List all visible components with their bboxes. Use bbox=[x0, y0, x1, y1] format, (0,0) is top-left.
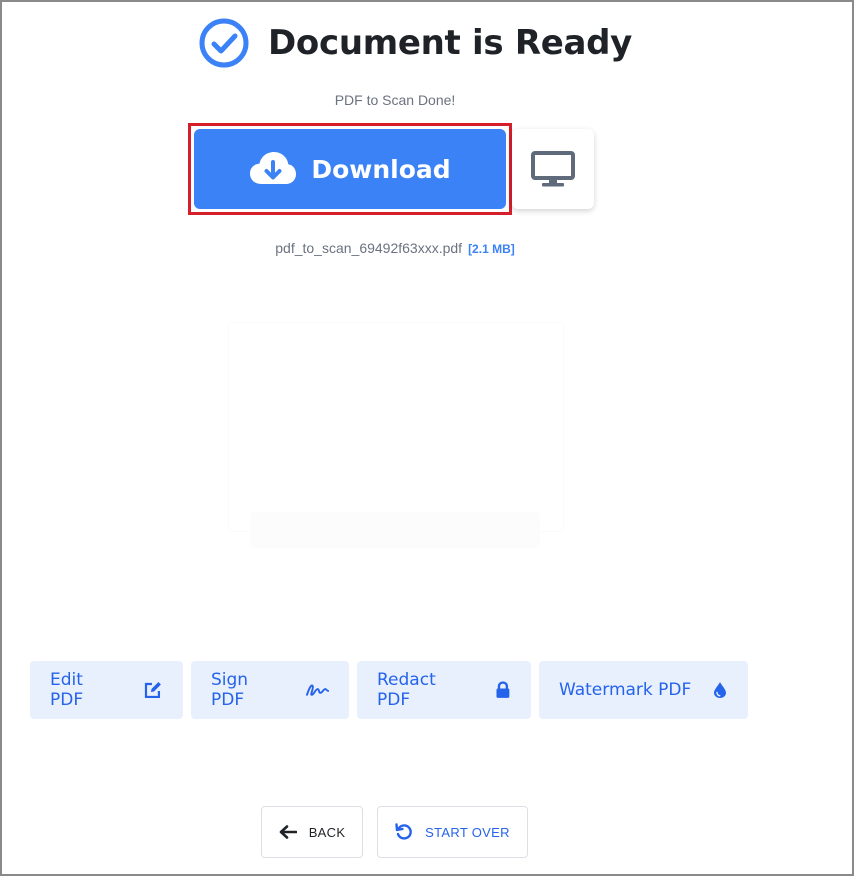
download-button[interactable]: Download bbox=[194, 129, 506, 209]
tools-row: Edit PDF Sign PDF Redact PDF Watermark P… bbox=[30, 661, 756, 719]
signature-icon bbox=[305, 684, 329, 696]
preview-bar bbox=[250, 512, 540, 548]
start-over-button[interactable]: START OVER bbox=[377, 806, 528, 858]
arrow-left-icon bbox=[279, 825, 297, 839]
back-label: BACK bbox=[308, 824, 346, 840]
redact-pdf-button[interactable]: Redact PDF bbox=[357, 661, 531, 719]
save-to-device-button[interactable] bbox=[512, 129, 594, 209]
status-text: PDF to Scan Done! bbox=[334, 92, 456, 108]
sign-pdf-button[interactable]: Sign PDF bbox=[191, 661, 349, 719]
preview-area bbox=[228, 322, 564, 532]
file-size: [2.1 MB] bbox=[468, 242, 515, 256]
page-title: Document is Ready bbox=[268, 23, 633, 63]
back-button[interactable]: BACK bbox=[261, 806, 363, 858]
rotate-icon bbox=[395, 823, 413, 840]
header: Document is Ready bbox=[198, 16, 632, 70]
lock-icon bbox=[496, 681, 510, 698]
file-info: pdf_to_scan_69492f63xxx.pdf [2.1 MB] bbox=[0, 240, 790, 256]
edit-icon bbox=[144, 682, 162, 699]
edit-pdf-button[interactable]: Edit PDF bbox=[30, 661, 183, 719]
cloud-download-icon bbox=[250, 152, 297, 184]
check-circle-icon bbox=[199, 18, 249, 68]
watermark-pdf-label: Watermark PDF bbox=[559, 680, 692, 700]
sign-pdf-label: Sign PDF bbox=[211, 670, 249, 710]
watermark-pdf-button[interactable]: Watermark PDF bbox=[539, 661, 748, 719]
monitor-icon bbox=[531, 151, 575, 187]
file-name: pdf_to_scan_69492f63xxx.pdf bbox=[275, 240, 463, 256]
download-label: Download bbox=[311, 154, 451, 184]
start-over-label: START OVER bbox=[425, 824, 510, 840]
edit-pdf-label: Edit PDF bbox=[50, 670, 84, 710]
redact-pdf-label: Redact PDF bbox=[377, 670, 436, 710]
droplet-icon bbox=[714, 682, 727, 698]
